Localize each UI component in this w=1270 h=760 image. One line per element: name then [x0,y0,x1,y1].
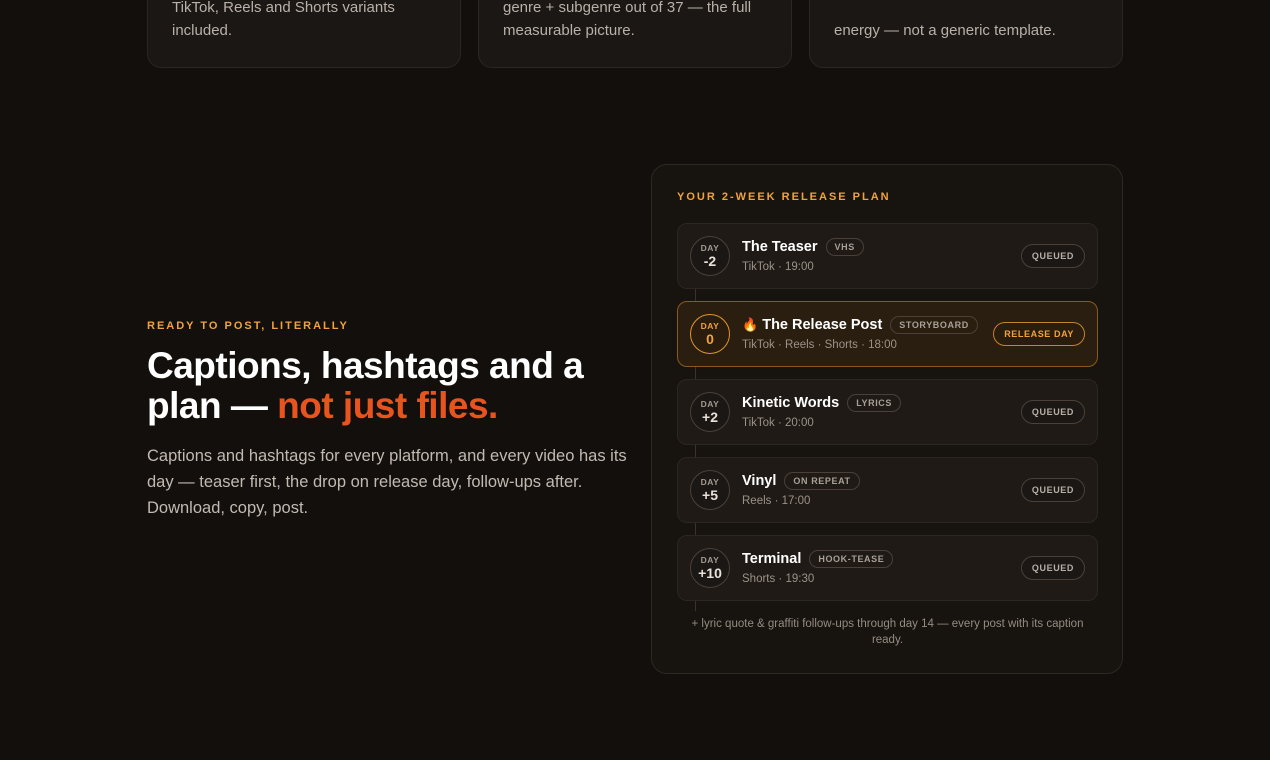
status-badge: QUEUED [1020,556,1085,580]
post-title-group: 🔥 The Release Post STORYBOARD [742,316,978,334]
day-number: +2 [702,409,718,425]
post-name: Kinetic Words [742,395,840,411]
post-meta: Shorts · 19:30 [742,573,815,585]
status-badge: QUEUED [1020,244,1085,268]
day-label: DAY [700,555,720,565]
feature-card-text: genre + subgenre out of 37 — the full me… [503,0,752,39]
plan-row: DAY +10 Terminal HOOK-TEASE Shorts · 19:… [677,535,1098,601]
style-tag: LYRICS [847,394,901,412]
post-meta: Reels · 17:00 [742,495,811,507]
post-name: Terminal [742,551,802,567]
post-meta: TikTok · Reels · Shorts · 18:00 [742,339,897,351]
section-headline: Captions, hashtags and a plan — not just… [147,346,627,426]
feature-card-text: TikTok, Reels and Shorts variants includ… [172,0,395,39]
section-lede: Captions and hashtags for every platform… [147,447,627,517]
post-title-group: The Teaser VHS [742,238,864,256]
release-plan-list: DAY -2 The Teaser VHS TikTok · 19:00 QUE… [677,223,1098,613]
style-tag: STORYBOARD [890,316,978,334]
post-name: Vinyl [742,473,777,489]
feature-card-text: energy — not a generic template. [834,22,1056,39]
style-tag: ON REPEAT [784,472,860,490]
post-name: The Teaser [742,239,818,255]
feature-card: energy — not a generic template. [809,0,1123,68]
plan-row: DAY +5 Vinyl ON REPEAT Reels · 17:00 QUE… [677,457,1098,523]
style-tag: VHS [825,238,864,256]
fire-icon: 🔥 [742,317,759,332]
post-meta: TikTok · 19:00 [742,261,814,273]
post-meta: TikTok · 20:00 [742,417,814,429]
plan-row-release: DAY 0 🔥 The Release Post STORYBOARD TikT… [677,301,1098,367]
day-number: 0 [706,331,714,347]
post-name-text: The Release Post [762,317,883,333]
day-badge: DAY -2 [690,236,730,276]
day-label: DAY [700,243,720,253]
day-number: -2 [703,253,717,269]
day-badge: DAY +2 [690,392,730,432]
release-plan-card: YOUR 2-WEEK RELEASE PLAN DAY -2 The Teas… [651,164,1123,674]
plan-row: DAY +2 Kinetic Words LYRICS TikTok · 20:… [677,379,1098,445]
plan-footnote: + lyric quote & graffiti follow-ups thro… [691,618,1084,646]
day-number: +5 [702,487,718,503]
day-label: DAY [700,399,720,409]
release-day-badge: RELEASE DAY [993,322,1085,346]
post-title-group: Vinyl ON REPEAT [742,472,860,490]
status-badge: QUEUED [1020,400,1085,424]
day-badge: DAY 0 [690,314,730,354]
headline-accent: not just files. [277,385,498,426]
day-label: DAY [700,321,720,331]
feature-card: genre + subgenre out of 37 — the full me… [478,0,792,68]
day-badge: DAY +10 [690,548,730,588]
post-name: 🔥 The Release Post [742,317,882,333]
plan-row: DAY -2 The Teaser VHS TikTok · 19:00 QUE… [677,223,1098,289]
section-eyebrow: READY TO POST, LITERALLY [147,320,349,332]
release-plan-title: YOUR 2-WEEK RELEASE PLAN [677,191,891,203]
post-title-group: Terminal HOOK-TEASE [742,550,894,568]
style-tag: HOOK-TEASE [809,550,894,568]
day-label: DAY [700,477,720,487]
feature-card: TikTok, Reels and Shorts variants includ… [147,0,461,68]
feature-cards: TikTok, Reels and Shorts variants includ… [147,0,1123,68]
day-badge: DAY +5 [690,470,730,510]
post-title-group: Kinetic Words LYRICS [742,394,901,412]
status-badge: QUEUED [1020,478,1085,502]
section-copy: READY TO POST, LITERALLY Captions, hasht… [147,320,627,521]
day-number: +10 [698,565,722,581]
